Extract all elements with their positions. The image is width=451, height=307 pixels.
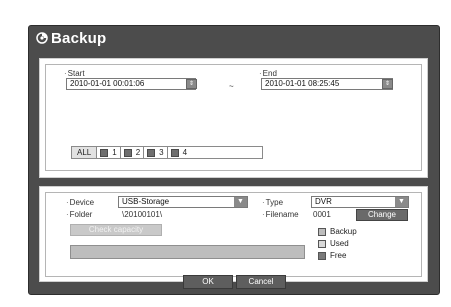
period-box: Start 2010-01-01 00:01:06 ⇕ ~ End 2010-0… bbox=[45, 64, 422, 171]
folder-label: Folder bbox=[66, 210, 93, 219]
period-panel: Start 2010-01-01 00:01:06 ⇕ ~ End 2010-0… bbox=[39, 58, 428, 178]
channel-selector: ALL 1 2 3 4 bbox=[71, 146, 263, 159]
start-spin-icon[interactable]: ⇕ bbox=[186, 79, 197, 89]
channel-all-button[interactable]: ALL bbox=[72, 147, 98, 158]
end-datetime-field[interactable]: 2010-01-01 08:25:45 bbox=[261, 78, 393, 90]
type-select[interactable]: DVR ▼ bbox=[311, 196, 409, 208]
legend-backup: Backup bbox=[318, 227, 357, 236]
device-value: USB-Storage bbox=[122, 197, 170, 206]
cancel-button[interactable]: Cancel bbox=[236, 275, 286, 289]
channel-checkbox[interactable] bbox=[123, 148, 132, 157]
legend-swatch bbox=[318, 251, 326, 260]
filename-label: Filename bbox=[262, 210, 299, 219]
legend-swatch bbox=[318, 239, 326, 248]
channel-checkbox[interactable] bbox=[170, 148, 179, 157]
ok-button[interactable]: OK bbox=[183, 275, 233, 289]
device-label: Device bbox=[66, 198, 94, 207]
legend-free: Free bbox=[318, 251, 346, 260]
type-label: Type bbox=[262, 198, 283, 207]
channel-item-2[interactable]: 2 bbox=[121, 147, 145, 158]
channel-label: 3 bbox=[159, 148, 164, 157]
channel-item-1[interactable]: 1 bbox=[97, 147, 121, 158]
check-capacity-button[interactable]: Check capacity bbox=[70, 224, 162, 236]
start-label: Start bbox=[64, 69, 85, 78]
legend-used: Used bbox=[318, 239, 349, 248]
device-select[interactable]: USB-Storage ▼ bbox=[118, 196, 248, 208]
channel-checkbox[interactable] bbox=[100, 148, 109, 157]
backup-cd-icon bbox=[35, 31, 49, 45]
channel-checkbox[interactable] bbox=[147, 148, 156, 157]
filename-value: 0001 bbox=[313, 210, 331, 219]
folder-value: \20100101\ bbox=[122, 210, 163, 219]
legend-swatch bbox=[318, 227, 326, 236]
legend-label: Free bbox=[330, 251, 347, 260]
dialog-title: Backup bbox=[51, 29, 107, 47]
range-separator: ~ bbox=[229, 82, 234, 91]
type-value: DVR bbox=[315, 197, 332, 206]
backup-dialog: Backup Start 2010-01-01 00:01:06 ⇕ ~ End… bbox=[28, 25, 440, 295]
channel-label: 2 bbox=[135, 148, 141, 157]
change-button[interactable]: Change bbox=[356, 209, 408, 221]
start-datetime-field[interactable]: 2010-01-01 00:01:06 bbox=[66, 78, 196, 90]
end-spin-icon[interactable]: ⇕ bbox=[382, 79, 393, 89]
capacity-bar bbox=[70, 245, 305, 259]
channel-item-3[interactable]: 3 bbox=[144, 147, 168, 158]
end-label: End bbox=[259, 69, 277, 78]
legend-label: Backup bbox=[330, 227, 357, 236]
channel-label: 4 bbox=[182, 148, 188, 157]
chevron-down-icon: ▼ bbox=[395, 197, 408, 207]
device-box: Device USB-Storage ▼ Type DVR ▼ Folder \… bbox=[45, 192, 422, 277]
legend-label: Used bbox=[330, 239, 349, 248]
channel-label: 1 bbox=[112, 148, 117, 157]
channel-item-4[interactable]: 4 bbox=[168, 147, 190, 158]
chevron-down-icon: ▼ bbox=[234, 197, 247, 207]
title-bar: Backup bbox=[29, 26, 439, 50]
device-panel: Device USB-Storage ▼ Type DVR ▼ Folder \… bbox=[39, 186, 428, 282]
